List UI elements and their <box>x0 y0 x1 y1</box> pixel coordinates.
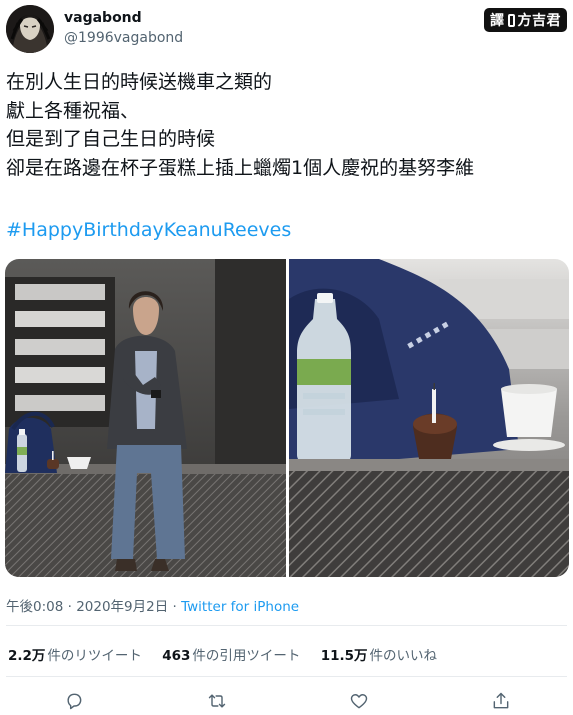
quotes-label: 件の引用ツイート <box>192 648 301 664</box>
tweet-source[interactable]: Twitter for iPhone <box>181 599 299 615</box>
author-display-name[interactable]: vagabond <box>64 10 142 26</box>
watermark-right: 方吉君 <box>517 13 561 29</box>
tweet-meta: 午後0:08 · 2020年9月2日 · Twitter for iPhone <box>6 595 299 615</box>
tweet-time[interactable]: 午後0:08 <box>6 599 63 615</box>
likes-stat[interactable]: 11.5万 件のいいね <box>321 648 437 664</box>
like-button[interactable] <box>346 688 372 714</box>
retweets-label: 件のリツイート <box>47 648 142 664</box>
likes-count: 11.5万 <box>320 648 368 664</box>
hashtag-link[interactable]: #HappyBirthdayKeanuReeves <box>6 219 291 241</box>
tweet-line: 但是到了自己生日的時候 <box>6 128 216 150</box>
tweet-line: 卻是在路邊在杯子蛋糕上插上蠟燭1個人慶祝的基努李維 <box>6 156 475 179</box>
divider <box>6 676 567 677</box>
tweet-line: 獻上各種祝福、 <box>6 99 140 122</box>
watermark-icon <box>507 13 515 27</box>
likes-label: 件のいいね <box>369 648 438 664</box>
retweet-icon <box>208 694 226 708</box>
photo-cupcake-closeup[interactable]: ▪ ▪ ▪ ▪ ▪ <box>289 259 569 577</box>
quotes-stat[interactable]: 463 件の引用ツイート <box>162 648 300 664</box>
watermark-left: 譯 <box>490 13 505 29</box>
retweets-count: 2.2万 <box>8 648 46 664</box>
reply-icon <box>67 693 82 710</box>
photo-man-on-bench[interactable] <box>5 259 286 577</box>
quotes-count: 463 <box>162 648 191 664</box>
retweet-button[interactable] <box>204 688 230 714</box>
tweet-text: 在別人生日的時候送機車之類的 獻上各種祝福、 但是到了自己生日的時候 卻是在路邊… <box>6 68 567 182</box>
media-grid: ▪ ▪ ▪ ▪ ▪ <box>5 259 569 577</box>
translator-watermark: 譯 方吉君 <box>484 8 567 32</box>
tweet-stats: 2.2万 件のリツイート 463 件の引用ツイート 11.5万 件のいいね <box>8 644 453 664</box>
divider <box>6 625 567 626</box>
meta-separator: · <box>168 599 182 615</box>
tweet: vagabond @1996vagabond 譯 方吉君 在別人生日的時候送機車… <box>0 0 573 715</box>
like-icon <box>350 694 368 709</box>
retweets-stat[interactable]: 2.2万 件のリツイート <box>8 648 142 664</box>
avatar[interactable] <box>6 5 54 53</box>
share-button[interactable] <box>488 688 514 714</box>
reply-button[interactable] <box>61 688 87 714</box>
meta-separator: · <box>63 599 77 615</box>
share-icon <box>493 692 509 709</box>
tweet-date[interactable]: 2020年9月2日 <box>76 599 168 615</box>
action-bar <box>0 688 573 714</box>
tweet-line: 在別人生日的時候送機車之類的 <box>6 71 273 93</box>
author-handle[interactable]: @1996vagabond <box>64 30 183 46</box>
